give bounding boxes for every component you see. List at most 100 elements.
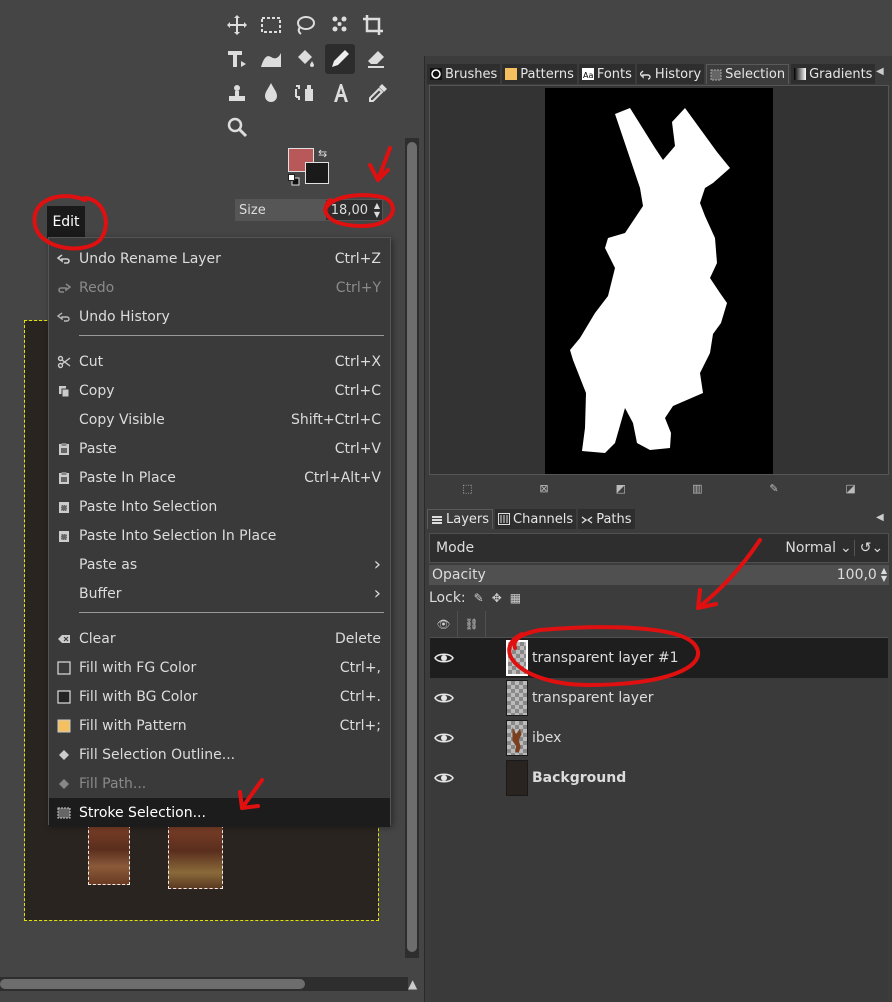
tab-paths[interactable]: Paths: [578, 509, 635, 529]
menu-item-label: Fill Path...: [79, 775, 147, 792]
layer-name[interactable]: transparent layer: [532, 690, 653, 706]
tab-fonts[interactable]: Aa Fonts: [578, 64, 635, 84]
mode-row: Mode Normal ⌄ ↺⌄: [429, 533, 889, 563]
stroke-selection-icon[interactable]: ◪: [843, 482, 859, 496]
layer-name[interactable]: ibex: [532, 730, 561, 746]
tab-brushes[interactable]: Brushes: [427, 64, 501, 84]
brush-size-spinner[interactable]: Size 18,00 ▲ ▼: [235, 199, 383, 221]
canvas-horizontal-scrollbar[interactable]: [0, 977, 408, 991]
mode-chevron-icon[interactable]: ⌄: [840, 540, 854, 556]
layer-name[interactable]: transparent layer #1: [532, 650, 679, 666]
gradients-icon: [794, 68, 809, 80]
background-color-swatch[interactable]: [305, 162, 329, 184]
patterns-icon: [505, 68, 520, 80]
menu-item-clear[interactable]: Clear Delete: [49, 624, 390, 653]
eye-icon[interactable]: [434, 771, 454, 785]
tab-channels[interactable]: Channels: [495, 509, 577, 529]
default-colors-icon[interactable]: [288, 174, 300, 186]
tab-patterns[interactable]: Patterns: [502, 64, 577, 84]
menu-item-cut[interactable]: Cut Ctrl+X: [49, 347, 390, 376]
layer-row[interactable]: transparent layer #1: [430, 638, 888, 678]
menu-item-undo-rename-layer[interactable]: Undo Rename Layer Ctrl+Z: [49, 244, 390, 273]
menu-item-fill-selection-outline[interactable]: Fill Selection Outline...: [49, 740, 390, 769]
opacity-row[interactable]: Opacity 100,0 ▲ ▼: [429, 565, 889, 585]
lock-alpha-icon[interactable]: ▦: [510, 591, 521, 605]
spinner-arrows-icon[interactable]: ▲ ▼: [374, 201, 380, 219]
zoom-tool-icon[interactable]: [222, 112, 252, 142]
layer-thumbnail[interactable]: [506, 760, 528, 796]
save-to-channel-icon[interactable]: ▥: [689, 482, 705, 496]
menu-item-paste-in-place[interactable]: Paste In Place Ctrl+Alt+V: [49, 463, 390, 492]
menu-item-buffer[interactable]: Buffer ›: [49, 579, 390, 608]
scissors-icon: [49, 355, 79, 369]
eye-icon[interactable]: [434, 651, 454, 665]
layer-row[interactable]: transparent layer: [430, 678, 888, 718]
layers-dock-menu-icon[interactable]: ◀: [876, 512, 884, 523]
opacity-spinner-icon[interactable]: ▲ ▼: [881, 567, 888, 583]
eye-icon[interactable]: [434, 731, 454, 745]
menu-item-redo[interactable]: Redo Ctrl+Y: [49, 273, 390, 302]
menu-item-fill-path[interactable]: Fill Path...: [49, 769, 390, 798]
menu-item-fill-with-fg-color[interactable]: Fill with FG Color Ctrl+,: [49, 653, 390, 682]
text-tool-icon[interactable]: [326, 78, 356, 108]
edit-menu-title[interactable]: Edit: [47, 206, 85, 238]
select-all-icon[interactable]: ⬚: [459, 482, 475, 496]
menu-item-undo-history[interactable]: Undo History: [49, 302, 390, 331]
clone-tool-icon[interactable]: [222, 78, 252, 108]
warp-tool-icon[interactable]: [256, 44, 286, 74]
swap-colors-icon[interactable]: ⇆: [318, 147, 327, 160]
layer-thumbnail[interactable]: [506, 680, 528, 716]
bucket-fill-tool-icon[interactable]: [290, 44, 320, 74]
menu-item-stroke-selection[interactable]: Stroke Selection...: [49, 798, 390, 827]
layer-row[interactable]: ibex: [430, 718, 888, 758]
navigate-icon[interactable]: ▲: [408, 977, 417, 991]
menu-item-paste[interactable]: Paste Ctrl+V: [49, 434, 390, 463]
tab-layers[interactable]: Layers: [427, 509, 494, 529]
lasso-tool-icon[interactable]: [290, 10, 320, 40]
menu-item-shortcut: Ctrl+X: [334, 353, 381, 370]
dock-menu-icon[interactable]: ◀: [876, 66, 884, 77]
crop-tool-icon[interactable]: [358, 10, 388, 40]
menu-item-shortcut: Ctrl+Y: [335, 279, 381, 296]
menu-item-fill-with-pattern[interactable]: Fill with Pattern Ctrl+;: [49, 711, 390, 740]
invert-selection-icon[interactable]: ◩: [613, 482, 629, 496]
menu-item-label: Copy Visible: [79, 411, 165, 428]
submenu-arrow-icon: ›: [373, 583, 381, 604]
mode-reset-icon[interactable]: ↺⌄: [854, 540, 888, 556]
menu-item-copy-visible[interactable]: Copy Visible Shift+Ctrl+C: [49, 405, 390, 434]
menu-item-paste-as[interactable]: Paste as ›: [49, 550, 390, 579]
menu-item-fill-with-bg-color[interactable]: Fill with BG Color Ctrl+.: [49, 682, 390, 711]
color-picker-tool-icon[interactable]: [363, 78, 393, 108]
canvas-vertical-scrollbar[interactable]: [405, 138, 419, 958]
layer-thumbnail[interactable]: [506, 640, 528, 676]
select-none-icon[interactable]: ⊠: [536, 482, 552, 496]
chain-column-icon[interactable]: ⛓: [458, 611, 486, 638]
visibility-column-icon[interactable]: 👁: [430, 611, 458, 638]
tab-gradients[interactable]: Gradients: [791, 64, 876, 84]
menu-item-copy[interactable]: Copy Ctrl+C: [49, 376, 390, 405]
layer-thumbnail[interactable]: [506, 720, 528, 756]
menu-item-paste-into-selection-in-place[interactable]: Paste Into Selection In Place: [49, 521, 390, 550]
move-tool-icon[interactable]: [222, 10, 252, 40]
tab-history[interactable]: History: [636, 64, 705, 84]
pencil-tool-icon[interactable]: [325, 44, 355, 74]
selection-mask-preview[interactable]: [545, 88, 773, 474]
opacity-value[interactable]: 100,0: [837, 567, 881, 583]
lock-position-icon[interactable]: ✥: [492, 591, 502, 605]
transform-tool-icon[interactable]: [222, 44, 252, 74]
paths-tool-icon[interactable]: [290, 78, 320, 108]
undo-icon: [49, 252, 79, 266]
paste-into-icon: [49, 500, 79, 514]
tab-selection[interactable]: Selection: [706, 64, 790, 84]
eye-icon[interactable]: [434, 691, 454, 705]
layer-row[interactable]: Background: [430, 758, 888, 798]
fuzzy-select-tool-icon[interactable]: [324, 10, 354, 40]
layer-name[interactable]: Background: [532, 770, 626, 786]
menu-item-paste-into-selection[interactable]: Paste Into Selection: [49, 492, 390, 521]
rect-select-tool-icon[interactable]: [256, 10, 286, 40]
mode-dropdown[interactable]: Normal: [760, 540, 840, 556]
eraser-tool-icon[interactable]: [361, 44, 391, 74]
selection-to-path-icon[interactable]: ✎: [766, 482, 782, 496]
lock-pixels-icon[interactable]: ✎: [474, 591, 484, 605]
smudge-tool-icon[interactable]: [256, 78, 286, 108]
